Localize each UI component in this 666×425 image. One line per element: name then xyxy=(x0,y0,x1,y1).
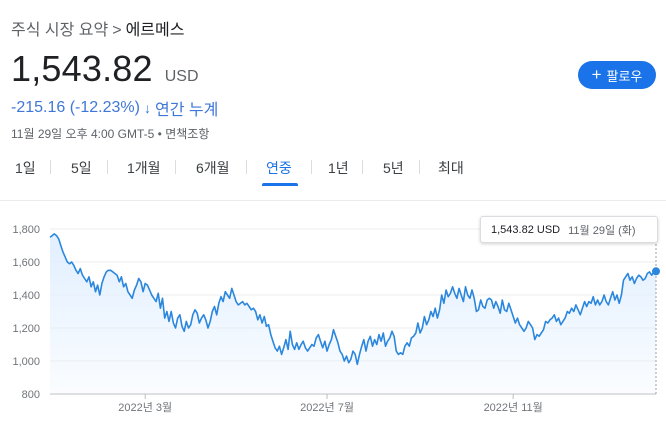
y-tick-label: 1,000 xyxy=(12,356,40,368)
y-tick-label: 1,400 xyxy=(12,290,40,302)
price-area-fill xyxy=(50,233,656,394)
follow-button-label: 팔로우 xyxy=(606,68,643,84)
tab-5d[interactable]: 5일 xyxy=(71,158,92,178)
price-row: 1,543.82 USD xyxy=(11,48,199,90)
price-change: -215.16 (-12.23%) ↓ 연간 누계 xyxy=(11,96,218,120)
change-period: 연간 누계 xyxy=(154,102,219,119)
stock-price: 1,543.82 xyxy=(11,48,153,89)
tab-divider xyxy=(246,160,247,174)
tab-1m[interactable]: 1개월 xyxy=(127,158,161,178)
x-tick-label: 2022년 3월 xyxy=(118,401,172,414)
x-tick-label: 2022년 11월 xyxy=(484,401,543,414)
breadcrumb-root-link[interactable]: 주식 시장 요약 xyxy=(11,22,108,39)
tab-ytd[interactable]: 연중 xyxy=(266,158,292,178)
breadcrumb-current: 에르메스 xyxy=(125,22,185,39)
tab-divider xyxy=(311,160,312,174)
y-tick-label: 1,800 xyxy=(12,224,40,236)
last-price-marker xyxy=(652,267,660,276)
active-tab-indicator xyxy=(262,183,298,186)
y-tick-label: 1,600 xyxy=(12,257,40,269)
divider xyxy=(0,200,666,201)
tab-divider xyxy=(362,160,363,174)
arrow-down-icon: ↓ xyxy=(143,100,151,116)
follow-button[interactable]: + 팔로우 xyxy=(578,61,656,89)
change-value: -215.16 (-12.23%) xyxy=(11,99,140,116)
chart-tooltip: 1,543.82 USD 11월 29일 (화) xyxy=(480,216,658,243)
tab-divider xyxy=(50,160,51,174)
tab-divider xyxy=(419,160,420,174)
x-tick-label: 2022년 7월 xyxy=(300,401,354,414)
tooltip-value: 1,543.82 USD xyxy=(491,223,561,236)
plus-icon: + xyxy=(591,65,602,84)
tab-1d[interactable]: 1일 xyxy=(15,158,36,178)
y-tick-label: 1,200 xyxy=(12,323,40,335)
tab-divider xyxy=(175,160,176,174)
breadcrumb: 주식 시장 요약 > 에르메스 xyxy=(11,16,184,40)
tab-5y[interactable]: 5년 xyxy=(383,158,404,178)
y-tick-label: 800 xyxy=(22,389,40,401)
tab-divider xyxy=(107,160,108,174)
timestamp-disclaimer: 11월 29일 오후 4:00 GMT-5 • 면책조항 xyxy=(11,127,210,141)
tab-6m[interactable]: 6개월 xyxy=(196,158,230,178)
tab-1y[interactable]: 1년 xyxy=(328,158,349,178)
tooltip-date: 11월 29일 (화) xyxy=(568,224,636,237)
currency-label: USD xyxy=(164,68,199,85)
tab-max[interactable]: 최대 xyxy=(438,158,464,178)
breadcrumb-separator: > xyxy=(112,22,122,39)
